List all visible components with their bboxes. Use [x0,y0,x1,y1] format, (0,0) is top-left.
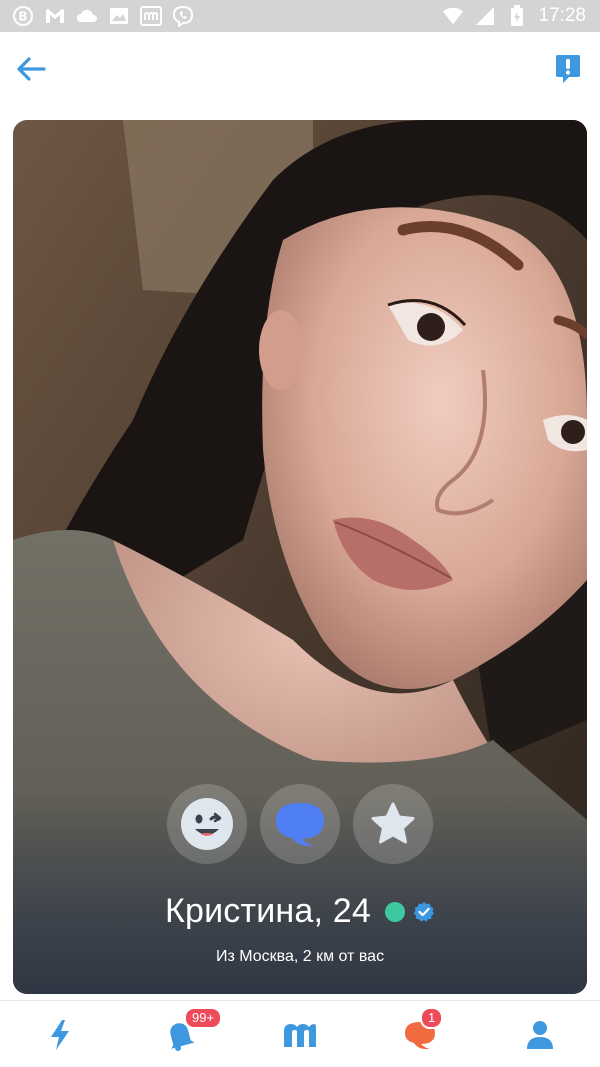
wink-emoji-icon [181,798,233,850]
nav-profile[interactable] [518,1015,562,1055]
wink-button[interactable] [167,784,247,864]
nav-notifications[interactable]: 99+ [158,1007,223,1055]
nav-messages[interactable]: 1 [398,1007,444,1055]
action-buttons [13,784,587,864]
image-icon [108,5,130,27]
status-bar-system: 17:28 [442,5,586,27]
favorite-button[interactable] [353,784,433,864]
star-icon [371,802,415,844]
arrow-left-icon [17,57,46,81]
chat-bubble-icon [276,803,324,847]
status-bar-time: 17:28 [538,5,586,26]
message-button[interactable] [260,784,340,864]
report-button[interactable] [552,52,584,86]
profile-name-age: Кристина, 24 [164,892,372,930]
status-bar-notifications: B [12,5,194,27]
gmail-icon [44,5,66,27]
verified-badge-icon [413,901,435,922]
messages-badge: 1 [420,1007,444,1029]
profile-card[interactable]: Кристина, 24 Из Москва, 2 км от вас [13,120,587,994]
profile-location: Из Москва, 2 км от вас [215,948,385,965]
nav-encounters[interactable] [38,1015,82,1055]
status-bar: B 17:28 [0,0,600,32]
viber-icon [172,5,194,27]
notifications-badge: 99+ [184,1007,223,1029]
svg-text:B: B [18,10,27,24]
signal-icon [474,5,496,27]
back-button[interactable] [12,52,50,86]
lightning-icon [51,1020,69,1050]
online-indicator [385,901,406,922]
nav-mamba[interactable] [278,1015,322,1055]
cloud-icon [76,5,98,27]
battery-icon [506,5,528,27]
report-icon [556,55,580,83]
mamba-logo-icon [284,1024,316,1047]
vk-icon: B [12,5,34,27]
mamba-icon [140,5,162,27]
profile-name-row: Кристина, 24 [13,892,587,931]
bottom-navigation: 99+ 1 [0,1000,600,1067]
person-icon [527,1021,553,1049]
wifi-icon [442,5,464,27]
top-bar [0,32,600,110]
